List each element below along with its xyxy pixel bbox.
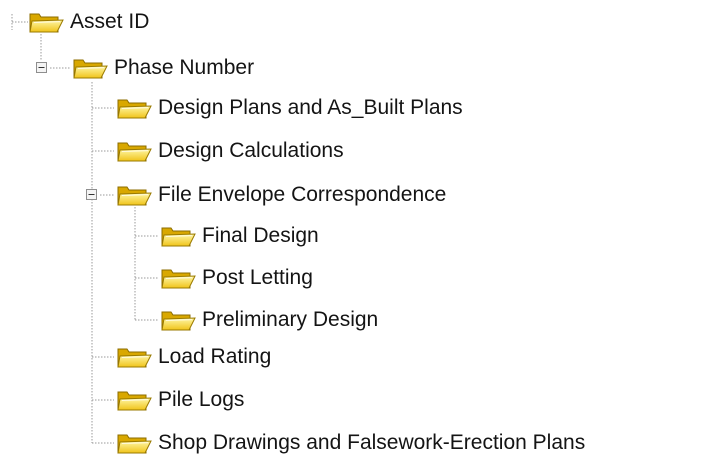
collapse-toggle-icon[interactable] [36, 62, 47, 73]
tree-node-label: Asset ID [70, 10, 150, 33]
tree-node-label: Preliminary Design [202, 308, 379, 331]
tree-node-final-design[interactable]: Final Design [160, 216, 319, 256]
tree-node-preliminary-design[interactable]: Preliminary Design [160, 300, 378, 340]
collapse-toggle-icon[interactable] [86, 189, 97, 200]
tree-node-file-envelope-correspondence[interactable]: File Envelope Correspondence [116, 175, 446, 215]
folder-icon [160, 266, 196, 290]
tree-node-asset-id[interactable]: Asset ID [28, 2, 149, 42]
folder-icon [116, 96, 152, 120]
tree-node-label: Final Design [202, 224, 319, 247]
tree-node-label: Post Letting [202, 266, 313, 289]
tree-node-label: File Envelope Correspondence [158, 183, 447, 206]
tree-node-design-calculations[interactable]: Design Calculations [116, 131, 344, 171]
tree-node-shop-drawings[interactable]: Shop Drawings and Falsework-Erection Pla… [116, 423, 585, 463]
tree-node-label: Design Calculations [158, 139, 344, 162]
tree-node-load-rating[interactable]: Load Rating [116, 337, 271, 377]
folder-icon [116, 345, 152, 369]
tree-node-pile-logs[interactable]: Pile Logs [116, 380, 244, 420]
tree-node-label: Phase Number [114, 56, 255, 79]
tree-node-label: Shop Drawings and Falsework-Erection Pla… [158, 431, 586, 454]
folder-icon [72, 56, 108, 80]
folder-icon [116, 431, 152, 455]
folder-icon [116, 139, 152, 163]
folder-icon [160, 224, 196, 248]
tree-node-label: Pile Logs [158, 388, 245, 411]
folder-tree-view[interactable]: Asset ID Phase Number Design Plans and A… [0, 0, 708, 456]
tree-node-label: Design Plans and As_Built Plans [158, 96, 463, 119]
tree-node-phase-number[interactable]: Phase Number [72, 48, 254, 88]
tree-node-post-letting[interactable]: Post Letting [160, 258, 313, 298]
tree-node-label: Load Rating [158, 345, 272, 368]
folder-icon [116, 388, 152, 412]
folder-icon [116, 183, 152, 207]
folder-icon [160, 308, 196, 332]
tree-node-design-plans[interactable]: Design Plans and As_Built Plans [116, 88, 463, 128]
folder-icon [28, 10, 64, 34]
